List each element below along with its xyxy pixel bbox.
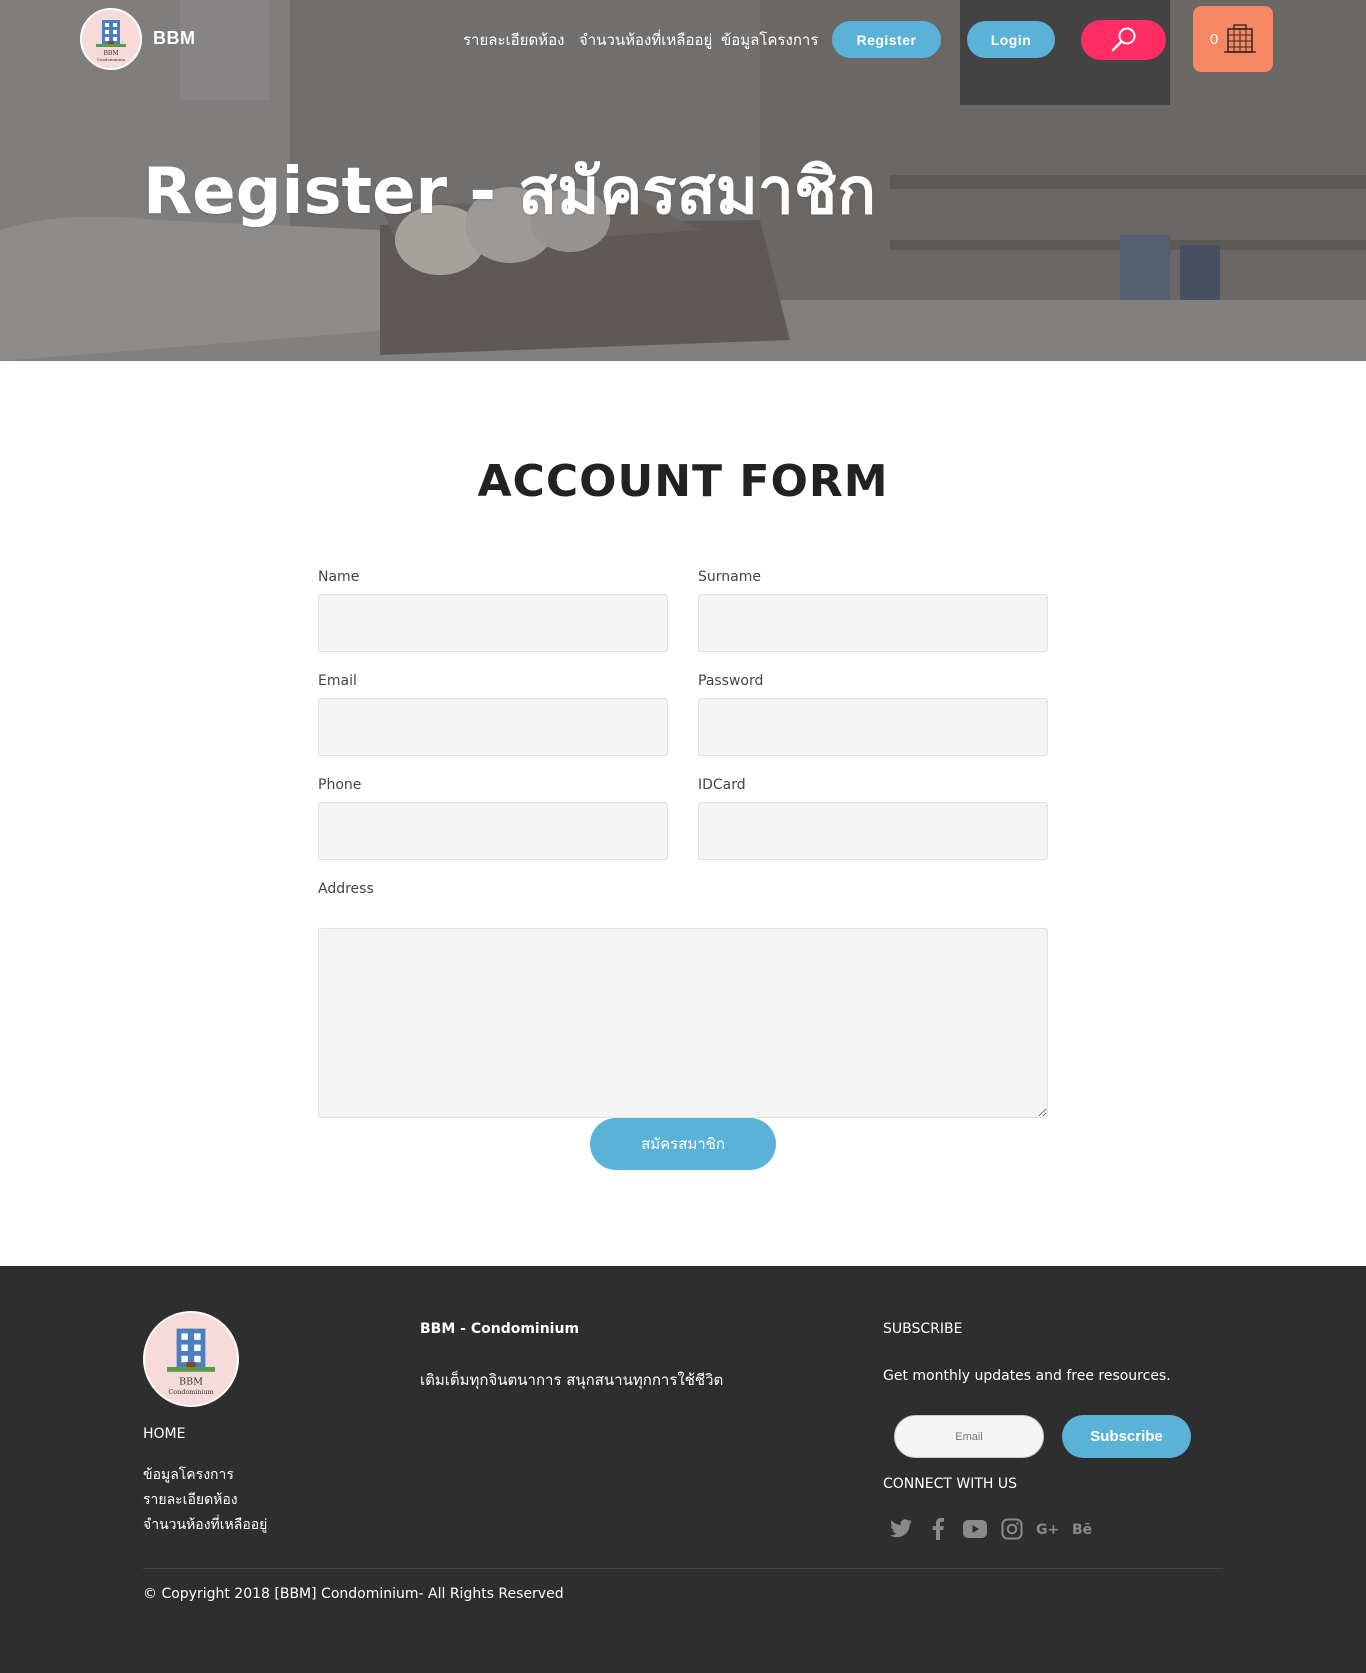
idcard-field[interactable]	[698, 802, 1048, 860]
search-button[interactable]	[1081, 20, 1166, 60]
svg-text:Bē: Bē	[1072, 1522, 1092, 1537]
brand-name[interactable]: BBM	[153, 28, 196, 49]
email-field[interactable]	[318, 698, 668, 756]
svg-text:Condominium: Condominium	[97, 57, 126, 62]
behance-icon[interactable]: Bē	[1072, 1516, 1098, 1542]
building-icon	[1224, 24, 1257, 53]
cart-count: 0	[1209, 30, 1219, 48]
nav-project-info[interactable]: ข้อมูลโครงการ	[721, 28, 818, 52]
instagram-icon[interactable]	[999, 1516, 1025, 1542]
svg-text:Condominium: Condominium	[168, 1388, 213, 1396]
condominium-building-icon: BBM Condominium	[167, 1328, 215, 1396]
address-field[interactable]	[318, 928, 1048, 1118]
name-field[interactable]	[318, 594, 668, 652]
phone-field[interactable]	[318, 802, 668, 860]
cart-button[interactable]: 0	[1193, 6, 1273, 72]
login-button[interactable]: Login	[967, 21, 1055, 58]
address-label: Address	[318, 881, 374, 897]
subscribe-button[interactable]: Subscribe	[1062, 1415, 1191, 1458]
nav-room-details[interactable]: รายละเอียดห้อง	[463, 28, 564, 52]
form-title: ACCOUNT FORM	[477, 456, 889, 507]
svg-text:G+: G+	[1036, 1522, 1059, 1537]
register-button[interactable]: Register	[832, 21, 941, 58]
hero-banner: BBM Condominium BBM รายละเอียดห้อง จำนวน…	[0, 0, 1366, 361]
page-title: Register - สมัครสมาชิก	[143, 155, 877, 229]
password-field[interactable]	[698, 698, 1048, 756]
svg-text:BBM: BBM	[179, 1377, 203, 1388]
subscribe-email-input[interactable]	[894, 1415, 1044, 1458]
svg-text:BBM: BBM	[104, 50, 119, 57]
footer-link-project-info[interactable]: ข้อมูลโครงการ	[143, 1464, 234, 1486]
name-label: Name	[318, 569, 360, 585]
brand-logo[interactable]: BBM Condominium	[80, 8, 142, 70]
subscribe-heading: SUBSCRIBE	[883, 1321, 963, 1337]
footer-link-room-details[interactable]: รายละเอียดห้อง	[143, 1489, 238, 1511]
connect-heading: CONNECT WITH US	[883, 1476, 1017, 1492]
footer-link-rooms-remaining[interactable]: จำนวนห้องที่เหลืออยู่	[143, 1514, 267, 1536]
phone-label: Phone	[318, 777, 362, 793]
facebook-icon[interactable]	[925, 1516, 951, 1542]
subscribe-description: Get monthly updates and free resources.	[883, 1368, 1171, 1384]
surname-field[interactable]	[698, 594, 1048, 652]
password-label: Password	[698, 673, 764, 689]
google-plus-icon[interactable]: G+	[1036, 1516, 1062, 1542]
footer-tagline: เติมเต็มทุกจินตนาการ สนุกสนานทุกการใช้ชี…	[420, 1371, 724, 1389]
surname-label: Surname	[698, 569, 761, 585]
footer-divider	[143, 1568, 1223, 1569]
footer-logo[interactable]: BBM Condominium	[143, 1311, 239, 1407]
idcard-label: IDCard	[698, 777, 746, 793]
footer-home-link[interactable]: HOME	[143, 1426, 185, 1442]
register-submit-button[interactable]: สมัครสมาชิก	[590, 1118, 776, 1170]
search-icon	[1111, 27, 1135, 52]
account-form-section: ACCOUNT FORM Name Surname Email Password…	[0, 361, 1366, 1266]
site-footer: BBM Condominium HOME ข้อมูลโครงการ รายละ…	[0, 1266, 1366, 1673]
twitter-icon[interactable]	[888, 1516, 914, 1542]
condominium-building-icon: BBM Condominium	[96, 20, 126, 62]
footer-brand-title: BBM - Condominium	[420, 1321, 580, 1337]
nav-rooms-remaining[interactable]: จำนวนห้องที่เหลืออยู่	[579, 28, 712, 52]
copyright-text: © Copyright 2018 [BBM] Condominium- All …	[143, 1586, 564, 1602]
email-label: Email	[318, 673, 357, 689]
youtube-icon[interactable]	[962, 1516, 988, 1542]
